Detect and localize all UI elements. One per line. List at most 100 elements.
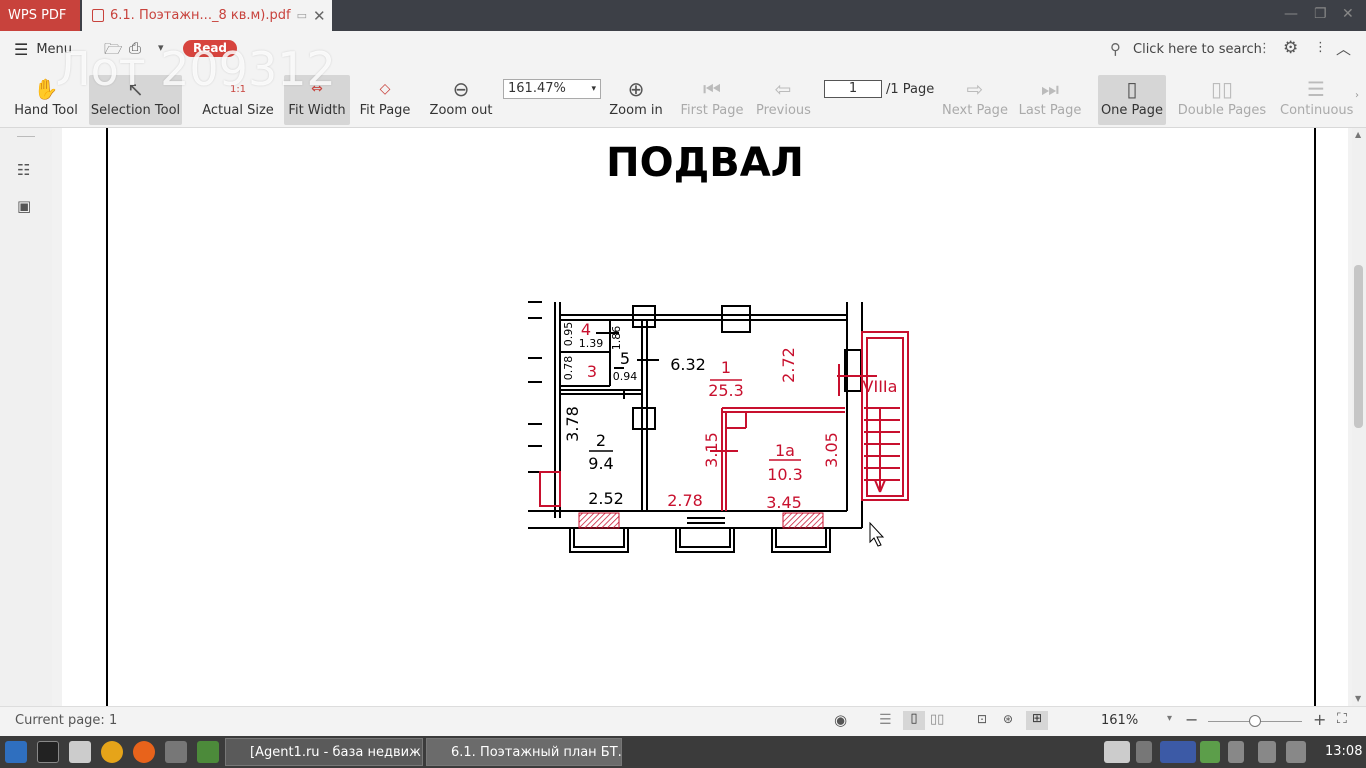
fit-page-button[interactable]: ◇ Fit Page	[358, 75, 412, 125]
dim-3-78: 3.78	[563, 406, 582, 442]
hand-tool-label: Hand Tool	[14, 103, 78, 118]
settings-icon[interactable]: ⚙	[1283, 38, 1298, 58]
close-window-icon[interactable]: ✕	[1342, 6, 1354, 22]
actual-size-label: Actual Size	[202, 103, 274, 118]
room-3-number: 3	[587, 362, 597, 381]
arrow-left-icon: ⇦	[774, 77, 792, 101]
battery-icon[interactable]	[1104, 741, 1130, 763]
more-vert-icon[interactable]: ⋮	[1258, 41, 1271, 56]
scrollbar-thumb[interactable]	[1354, 265, 1363, 428]
next-page-button[interactable]: ⇨ Next Page	[942, 75, 1008, 125]
room-5-number: 5	[620, 349, 630, 368]
pin-icon[interactable]: ▭	[297, 9, 307, 22]
single-page-icon: ▯	[1126, 77, 1138, 101]
zoom-out-label: Zoom out	[429, 103, 493, 118]
zoom-minus-icon[interactable]: −	[1185, 710, 1198, 729]
first-page-button[interactable]: ⏮ First Page	[680, 75, 744, 125]
dim-2-78: 2.78	[667, 491, 703, 510]
document-tab[interactable]: 6.1. Поэтажн..._8 кв.м).pdf ▭ ✕	[82, 0, 332, 31]
taskbar-browser[interactable]: [Agent1.ru - база недвиж...	[225, 738, 423, 766]
zoom-in-icon: ⊕	[627, 77, 645, 101]
plan-heading: ПОДВАЛ	[606, 140, 804, 186]
notification-icon[interactable]	[1228, 741, 1244, 763]
single-view-icon[interactable]: ▯	[903, 711, 925, 730]
restore-icon[interactable]: ❐	[1314, 6, 1327, 22]
toolbar-scroll-icon[interactable]: ›	[1355, 90, 1359, 101]
disk-icon[interactable]	[165, 741, 187, 763]
dim-0-78: 0.78	[562, 356, 575, 381]
scroll-up-icon[interactable]: ▲	[1355, 130, 1361, 139]
monitor-icon[interactable]	[197, 741, 219, 763]
room-1-area: 25.3	[708, 381, 744, 400]
zoom-slider-handle[interactable]	[1249, 715, 1261, 727]
fullscreen-icon[interactable]: ⛶	[1337, 711, 1347, 727]
scroll-down-icon[interactable]: ▼	[1355, 694, 1361, 703]
previous-page-button[interactable]: ⇦ Previous	[756, 75, 811, 125]
last-page-button[interactable]: ⏭ Last Page	[1018, 75, 1082, 125]
security-icon[interactable]	[1200, 741, 1220, 763]
fit-page-status-icon[interactable]: ⊛	[1003, 712, 1013, 726]
next-page-label: Next Page	[942, 103, 1008, 118]
floor-plan: ПОДВАЛ 1 25.3 1а 10.3 2 9.4 5 4 3 6.32 2…	[106, 128, 1316, 706]
zoom-select[interactable]: 161.47% ▾	[503, 79, 601, 99]
thumbnails-icon[interactable]: ▣	[17, 197, 31, 215]
one-page-label: One Page	[1100, 103, 1164, 118]
clock: 13:08	[1325, 744, 1363, 759]
first-page-label: First Page	[680, 103, 744, 118]
arrow-right-icon: ⇨	[966, 77, 984, 101]
continuous-view-icon[interactable]: ☰	[879, 712, 892, 728]
watermark: Лот 209312	[56, 42, 336, 96]
double-page-icon: ▯▯	[1210, 77, 1233, 101]
fit-page-label: Fit Page	[359, 103, 411, 118]
zoom-dropdown-icon[interactable]: ▾	[1167, 713, 1172, 724]
page-number-input[interactable]: 1	[824, 80, 882, 98]
bookmarks-icon[interactable]: ☷	[17, 161, 30, 179]
search-field[interactable]: Click here to search	[1133, 42, 1262, 57]
double-view-icon[interactable]: ▯▯	[930, 712, 944, 727]
search-icon[interactable]: ⚲	[1110, 40, 1121, 58]
fit-width-status-icon[interactable]: ⊞	[1026, 711, 1048, 730]
search-app-icon[interactable]	[69, 741, 91, 763]
one-page-button[interactable]: ▯ One Page	[1098, 75, 1166, 125]
status-bar	[0, 706, 1366, 736]
terminal-icon[interactable]	[37, 741, 59, 763]
minimize-icon[interactable]: —	[1284, 6, 1298, 22]
zoom-in-button[interactable]: ⊕ Zoom in	[606, 75, 666, 125]
zoom-out-icon: ⊖	[452, 77, 470, 101]
document-tab-title: 6.1. Поэтажн..._8 кв.м).pdf	[110, 8, 291, 23]
actual-size-status-icon[interactable]: ⊡	[977, 712, 987, 726]
start-menu-icon[interactable]	[5, 741, 27, 763]
dim-1-86: 1.86	[610, 326, 623, 351]
room-2-area: 9.4	[588, 454, 613, 473]
fit-page-icon: ◇	[379, 81, 391, 97]
chrome-icon[interactable]	[101, 741, 123, 763]
fit-width-label: Fit Width	[288, 103, 346, 118]
continuous-button[interactable]: ☰ Continuous	[1280, 75, 1353, 125]
double-pages-button[interactable]: ▯▯ Double Pages	[1176, 75, 1268, 125]
firefox-icon[interactable]	[133, 741, 155, 763]
taskbar-wps[interactable]: 6.1. Поэтажный план БТ...	[426, 738, 622, 766]
close-tab-icon[interactable]: ✕	[313, 7, 326, 25]
app-name[interactable]: WPS PDF	[0, 0, 80, 31]
zoom-plus-icon[interactable]: +	[1313, 710, 1326, 729]
dim-2-72: 2.72	[779, 347, 798, 383]
eye-icon[interactable]: ◉	[834, 711, 847, 729]
mouse-cursor-icon	[869, 521, 885, 547]
zoom-in-label: Zoom in	[609, 103, 663, 118]
dim-1-39: 1.39	[579, 337, 604, 350]
network-icon[interactable]	[1136, 741, 1152, 763]
zoom-status[interactable]: 161%	[1101, 713, 1138, 728]
collapse-ribbon-icon[interactable]: ︿	[1336, 38, 1351, 59]
first-page-icon: ⏮	[703, 77, 721, 101]
room-1a-number: 1а	[775, 441, 795, 460]
zoom-out-button[interactable]: ⊖ Zoom out	[428, 75, 494, 125]
volume-icon[interactable]	[1258, 741, 1276, 763]
mail-icon[interactable]	[1286, 741, 1306, 763]
us-flag-icon[interactable]	[1160, 741, 1196, 763]
chevron-down-icon: ▾	[591, 84, 596, 94]
previous-label: Previous	[756, 103, 811, 118]
double-pages-label: Double Pages	[1177, 103, 1267, 118]
page-total: /1 Page	[886, 82, 935, 97]
more-options-icon[interactable]: ⋮	[1314, 40, 1327, 55]
dim-2-52: 2.52	[588, 489, 624, 508]
